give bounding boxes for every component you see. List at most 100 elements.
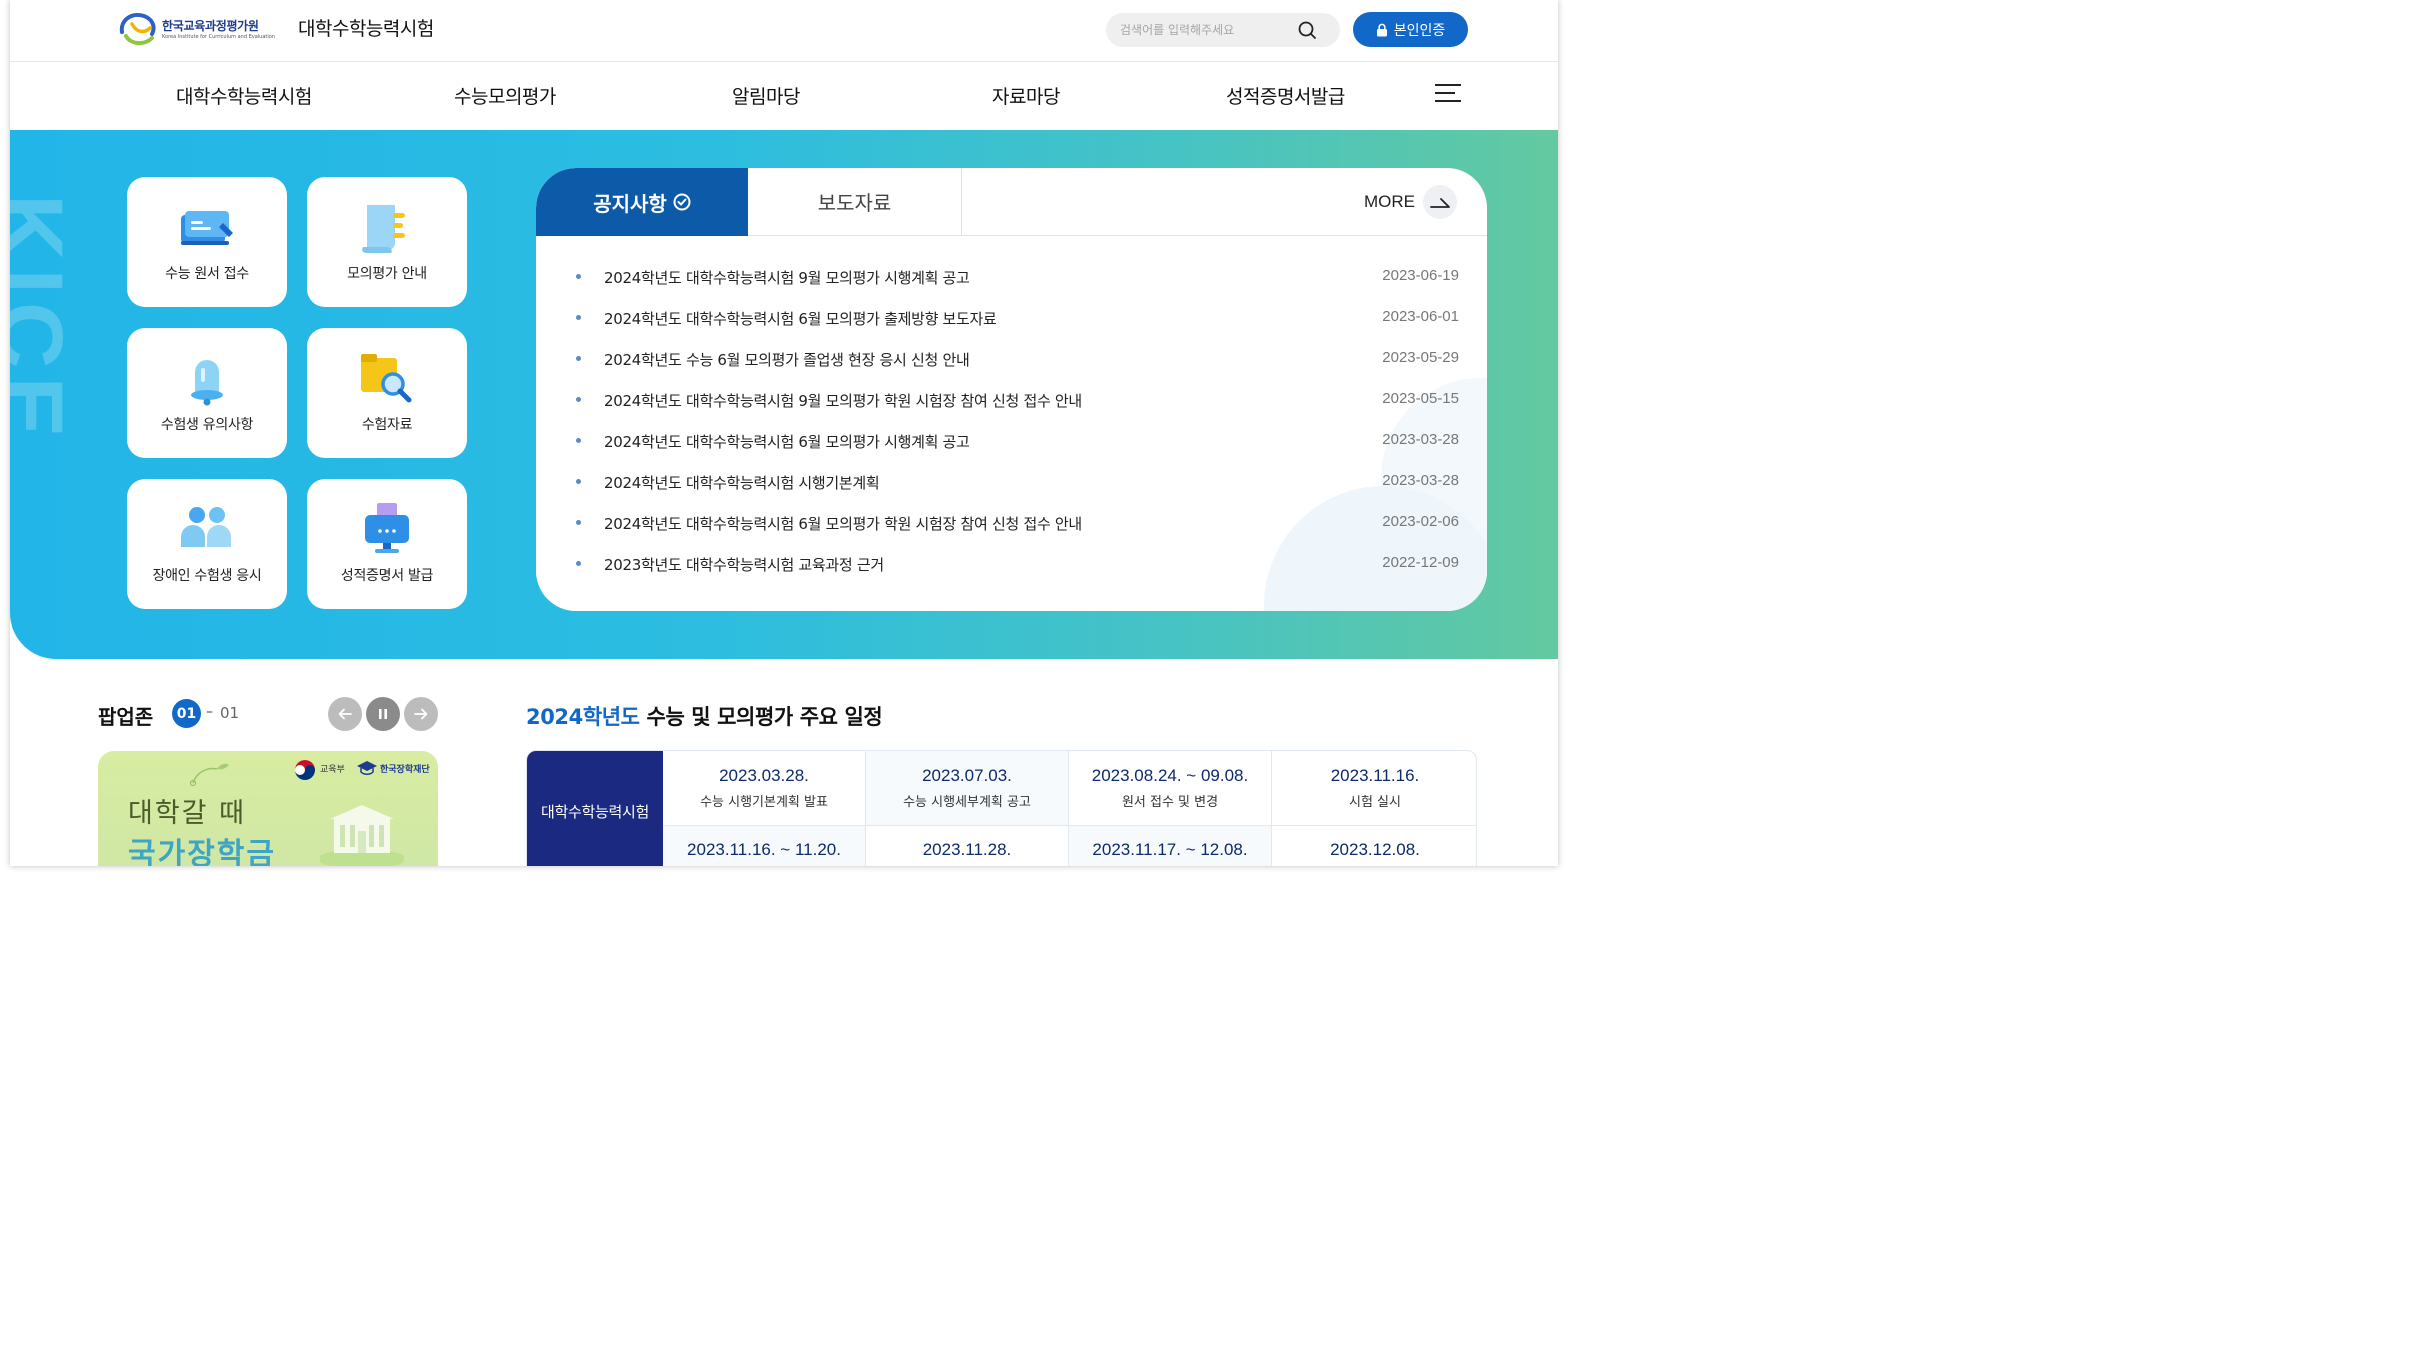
notice-date: 2023-02-06 — [1382, 513, 1459, 530]
schedule-cell: 2023.11.28. — [866, 826, 1069, 866]
notice-item[interactable]: 2024학년도 대학수학능력시험 9월 모의평가 학원 시험장 참여 신청 접수… — [536, 386, 1487, 416]
lock-icon — [1376, 23, 1387, 36]
quick-link-mock-guide[interactable]: 모의평가 안내 — [307, 177, 467, 307]
schedule-title: 2024학년도 수능 및 모의평가 주요 일정 — [526, 701, 883, 731]
quick-link-precautions[interactable]: 수험생 유의사항 — [127, 328, 287, 458]
identity-verification-button[interactable]: 본인인증 — [1353, 12, 1468, 47]
nav-item-notices[interactable]: 알림마당 — [732, 82, 800, 109]
identity-verification-label: 본인인증 — [1393, 22, 1446, 39]
bullet-icon — [576, 520, 581, 525]
arrow-right-icon — [414, 708, 428, 720]
popup-next-button[interactable] — [404, 697, 438, 731]
notice-item[interactable]: 2024학년도 대학수학능력시험 6월 모의평가 학원 시험장 참여 신청 접수… — [536, 509, 1487, 539]
more-arrow-icon — [1423, 185, 1457, 219]
schedule-cell: 2023.07.03. 수능 시행세부계획 공고 — [866, 751, 1069, 826]
notice-item[interactable]: 2024학년도 대학수학능력시험 9월 모의평가 시행계획 공고 2023-06… — [536, 263, 1487, 293]
schedule-table: 대학수학능력시험 2023.03.28. 수능 시행기본계획 발표 2023.0… — [526, 750, 1477, 866]
tab-press-releases[interactable]: 보도자료 — [748, 168, 962, 236]
schedule-title-text: 수능 및 모의평가 주요 일정 — [646, 705, 883, 729]
bullet-icon — [576, 561, 581, 566]
tab-notices-label: 공지사항 — [593, 191, 667, 216]
nav-item-certificate[interactable]: 성적증명서발급 — [1226, 82, 1345, 109]
popup-index-separator: – — [206, 704, 213, 720]
quick-link-label: 수능 원서 접수 — [165, 266, 249, 282]
search-icon[interactable] — [1294, 18, 1320, 42]
logo-english-text: Korea Institute for Curriculum and Evalu… — [162, 34, 275, 40]
schedule-cell: 2023.12.08. — [1272, 826, 1476, 866]
quick-link-exam-materials[interactable]: 수험자료 — [307, 328, 467, 458]
search-input[interactable] — [1120, 20, 1300, 40]
hamburger-menu-icon[interactable] — [1435, 84, 1461, 106]
schedule-desc: 원서 접수 및 변경 — [1121, 795, 1219, 810]
quick-link-application[interactable]: 수능 원서 접수 — [127, 177, 287, 307]
schedule-cell: 2023.11.16. ~ 11.20. — [663, 826, 866, 866]
quick-link-certificate-issue[interactable]: 성적증명서 발급 — [307, 479, 467, 609]
ministry-emblem-icon — [295, 760, 315, 780]
bullet-icon — [576, 397, 581, 402]
tab-notices[interactable]: 공지사항 — [536, 168, 748, 236]
sprout-icon — [189, 763, 229, 787]
kice-logo-icon[interactable] — [118, 10, 160, 46]
schedule-date: 2023.03.28. — [719, 766, 809, 785]
banner-subheadline: 국가장학금 — [128, 837, 276, 866]
nav-item-csat[interactable]: 대학수학능력시험 — [176, 82, 312, 109]
schedule-row-header: 대학수학능력시험 — [527, 751, 663, 866]
schedule-date: 2023.12.08. — [1330, 840, 1420, 859]
notice-title: 2023학년도 대학수학능력시험 교육과정 근거 — [604, 556, 884, 574]
hero-section: KICE 수능 원서 접수 모의평가 안내 수험생 유의사항 수험자료 장애인 … — [10, 130, 1558, 659]
schedule-date: 2023.08.24. ~ 09.08. — [1091, 766, 1249, 785]
schedule-date: 2023.11.17. ~ 12.08. — [1092, 840, 1248, 859]
quick-link-label: 모의평가 안내 — [347, 266, 427, 282]
notice-item[interactable]: 2024학년도 수능 6월 모의평가 졸업생 현장 응시 신청 안내 2023-… — [536, 345, 1487, 375]
popup-zone-title: 팝업존 — [98, 705, 154, 729]
notice-item[interactable]: 2024학년도 대학수학능력시험 시행기본계획 2023-03-28 — [536, 468, 1487, 498]
popup-banner-scholarship[interactable]: 교육부 한국장학재단 대학갈 때 국가장학금 — [98, 751, 438, 866]
notice-item[interactable]: 2024학년도 대학수학능력시험 6월 모의평가 출제방향 보도자료 2023-… — [536, 304, 1487, 334]
application-form-icon — [181, 211, 233, 245]
schedule-cell: 2023.08.24. ~ 09.08. 원서 접수 및 변경 — [1069, 751, 1272, 826]
document-guide-icon — [362, 205, 405, 253]
nav-item-resources[interactable]: 자료마당 — [992, 82, 1060, 109]
people-icon — [181, 507, 231, 547]
schedule-desc: 수능 시행기본계획 발표 — [700, 795, 828, 810]
banner-org-foundation: 한국장학재단 — [380, 765, 430, 775]
check-circle-icon — [673, 193, 691, 211]
notice-board: 공지사항 보도자료 MORE 2024학년도 대학수학능력시험 9월 모의평가 … — [536, 168, 1487, 611]
quick-link-disabled-candidates[interactable]: 장애인 수험생 응시 — [127, 479, 287, 609]
graduation-cap-icon — [357, 761, 377, 775]
more-label: MORE — [1364, 192, 1415, 211]
more-button[interactable]: MORE — [1364, 185, 1457, 219]
schedule-date: 2023.11.28. — [922, 840, 1012, 859]
certificate-print-icon — [365, 503, 409, 553]
notice-title: 2024학년도 대학수학능력시험 6월 모의평가 출제방향 보도자료 — [604, 310, 997, 328]
notice-date: 2023-06-01 — [1382, 308, 1459, 325]
bullet-icon — [576, 479, 581, 484]
kice-watermark: KICE — [10, 194, 81, 446]
browser-page: 한국교육과정평가원 Korea Institute for Curriculum… — [10, 0, 1558, 866]
notice-date: 2022-12-09 — [1382, 554, 1459, 571]
notice-title: 2024학년도 대학수학능력시험 9월 모의평가 학원 시험장 참여 신청 접수… — [604, 392, 1082, 410]
arrow-left-icon — [338, 708, 352, 720]
notice-title: 2024학년도 수능 6월 모의평가 졸업생 현장 응시 신청 안내 — [604, 351, 970, 369]
notice-item[interactable]: 2024학년도 대학수학능력시험 6월 모의평가 시행계획 공고 2023-03… — [536, 427, 1487, 457]
pause-icon — [379, 709, 387, 719]
bullet-icon — [576, 438, 581, 443]
schedule-cell: 2023.03.28. 수능 시행기본계획 발표 — [663, 751, 866, 826]
logo-korean-text: 한국교육과정평가원 — [162, 19, 259, 33]
alert-bell-icon — [191, 360, 223, 406]
quick-link-label: 수험자료 — [361, 417, 413, 433]
site-title[interactable]: 대학수학능력시험 — [298, 14, 434, 41]
notice-title: 2024학년도 대학수학능력시험 9월 모의평가 시행계획 공고 — [604, 269, 970, 287]
notice-date: 2023-06-19 — [1382, 267, 1459, 284]
banner-org-ministry: 교육부 — [320, 765, 345, 775]
notice-item[interactable]: 2023학년도 대학수학능력시험 교육과정 근거 2022-12-09 — [536, 550, 1487, 580]
bullet-icon — [576, 356, 581, 361]
schedule-date: 2023.11.16. ~ 11.20. — [687, 840, 841, 859]
bullet-icon — [576, 315, 581, 320]
bullet-icon — [576, 274, 581, 279]
folder-search-icon — [361, 354, 412, 403]
nav-item-mock-exam[interactable]: 수능모의평가 — [454, 82, 556, 109]
popup-prev-button[interactable] — [328, 697, 362, 731]
top-header: 한국교육과정평가원 Korea Institute for Curriculum… — [10, 0, 1558, 62]
popup-pause-button[interactable] — [366, 697, 400, 731]
